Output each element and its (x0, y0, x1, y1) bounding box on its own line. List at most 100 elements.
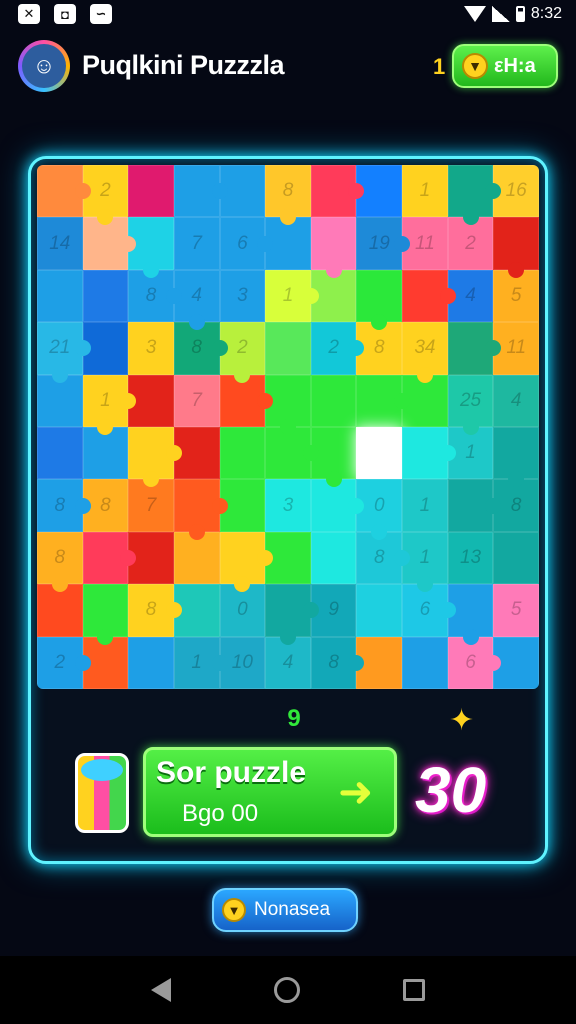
puzzle-piece[interactable]: 8 (310, 636, 365, 689)
puzzle-piece[interactable]: 14 (37, 217, 83, 270)
puzzle-piece[interactable] (493, 531, 539, 585)
puzzle-piece[interactable] (37, 427, 83, 480)
gem-shop-label: εH:a (494, 54, 536, 77)
puzzle-tab (165, 445, 182, 462)
puzzle-piece[interactable]: 5 (493, 584, 539, 637)
puzzle-piece[interactable]: 21 (37, 322, 91, 383)
puzzle-piece[interactable]: 4 (493, 374, 539, 427)
puzzle-tab (51, 576, 68, 593)
puzzle-piece[interactable] (265, 322, 311, 375)
puzzle-piece[interactable] (310, 479, 365, 532)
puzzle-piece[interactable] (447, 165, 502, 226)
puzzle-piece[interactable] (128, 427, 182, 488)
puzzle-piece[interactable] (493, 217, 539, 278)
gem-icon: ▼ (462, 53, 488, 79)
arrow-right-icon: ➜ (338, 768, 374, 815)
puzzle-tab (188, 523, 205, 540)
sort-puzzle-title: Sor puzzle (156, 756, 307, 789)
score-display: 30 (415, 754, 487, 826)
puzzle-piece[interactable] (402, 427, 456, 480)
puzzle-piece[interactable] (447, 322, 502, 375)
puzzle-piece[interactable] (310, 531, 357, 585)
puzzle-piece[interactable]: 1 (402, 479, 448, 532)
puzzle-piece[interactable]: 8 (37, 531, 83, 593)
puzzle-piece[interactable] (402, 269, 456, 323)
app-title: Puqlkini Puzzzla (82, 50, 285, 80)
puzzle-piece[interactable] (493, 427, 539, 488)
puzzle-tab (462, 628, 479, 645)
puzzle-piece[interactable] (82, 269, 129, 323)
puzzle-piece[interactable]: 7 (173, 217, 220, 270)
puzzle-board-frame: 2 8 1 16 14 7 6 19 11 2 8 4 3 1 4 5 21 3 8 2 2 8 34 11 1 7 25 4 1 8 8 7… (28, 156, 548, 864)
puzzle-piece[interactable]: 7 (173, 374, 220, 427)
puzzle-tab (508, 261, 525, 278)
player-avatar-icon: ☺ (22, 44, 66, 88)
puzzle-piece[interactable]: 3 (219, 269, 266, 323)
gem-count: 1 (433, 54, 446, 79)
gem-shop-button[interactable]: ▼ εH:a (452, 44, 558, 88)
puzzle-piece[interactable] (82, 217, 137, 270)
puzzle-piece[interactable]: 6 (219, 217, 274, 270)
puzzle-piece[interactable] (219, 427, 266, 480)
puzzle-piece[interactable]: 19 (356, 217, 411, 270)
puzzle-piece[interactable]: 0 (219, 584, 266, 637)
puzzle-piece[interactable] (82, 584, 129, 645)
sort-puzzle-button[interactable]: Sor puzzle Bgo 00 ➜ (143, 747, 397, 837)
puzzle-piece[interactable] (265, 584, 319, 645)
puzzle-piece[interactable] (82, 531, 137, 585)
puzzle-grid[interactable]: 2 8 1 16 14 7 6 19 11 2 8 4 3 1 4 5 21 3 8 2 2 8 34 11 1 7 25 4 1 8 8 7… (37, 165, 539, 689)
puzzle-piece[interactable]: 8 (265, 165, 311, 226)
puzzle-piece[interactable] (173, 479, 228, 540)
puzzle-piece[interactable]: 2 (310, 322, 365, 375)
puzzle-piece[interactable]: 2 (37, 636, 91, 689)
empty-slot[interactable] (356, 427, 403, 480)
puzzle-piece[interactable] (447, 479, 502, 532)
puzzle-tab (416, 366, 433, 383)
back-icon[interactable] (151, 978, 172, 1002)
moves-count: 9 (287, 705, 301, 732)
sort-puzzle-subtitle: Bgo 00 (182, 800, 259, 827)
puzzle-piece[interactable]: 8 (37, 479, 91, 532)
puzzle-piece[interactable] (356, 374, 411, 427)
bottom-pill-button[interactable]: ▼ Nonasea (212, 888, 358, 932)
puzzle-piece[interactable]: 1 (265, 269, 319, 323)
puzzle-piece[interactable] (37, 269, 83, 323)
puzzle-piece[interactable] (37, 165, 91, 218)
puzzle-piece[interactable] (128, 165, 174, 218)
puzzle-tab (74, 654, 91, 671)
puzzle-piece[interactable] (310, 165, 365, 218)
puzzle-piece[interactable]: 8 (173, 322, 228, 375)
puzzle-piece[interactable]: 34 (402, 322, 448, 383)
puzzle-piece[interactable]: 8 (128, 584, 182, 637)
puzzle-piece[interactable] (310, 374, 357, 427)
puzzle-piece[interactable]: 13 (447, 531, 494, 585)
player-avatar[interactable]: ☺ (18, 40, 70, 92)
puzzle-piece[interactable]: 1 (82, 374, 137, 435)
puzzle-piece[interactable]: 1 (402, 165, 448, 218)
puzzle-piece[interactable] (37, 584, 83, 637)
puzzle-tab (416, 576, 433, 593)
puzzle-piece[interactable] (310, 217, 357, 278)
puzzle-tab (97, 628, 114, 645)
puzzle-piece[interactable]: 2 (447, 217, 494, 270)
puzzle-piece[interactable] (356, 584, 403, 637)
puzzle-piece[interactable] (219, 531, 274, 593)
puzzle-tab (302, 287, 319, 304)
puzzle-piece[interactable]: 6 (402, 584, 456, 637)
puzzle-piece[interactable]: 1 (173, 636, 228, 689)
chat-icon: ∽ (90, 4, 112, 24)
puzzle-piece[interactable] (173, 165, 228, 218)
recent-apps-icon[interactable] (402, 979, 425, 1001)
puzzle-piece[interactable]: 3 (128, 322, 174, 375)
puzzle-piece[interactable] (356, 269, 403, 331)
puzzle-piece[interactable]: 7 (128, 479, 174, 532)
puzzle-tab (302, 445, 319, 462)
puzzle-piece[interactable] (402, 636, 448, 689)
home-icon[interactable] (273, 977, 300, 1003)
puzzle-tab (211, 654, 228, 671)
puzzle-piece[interactable]: 25 (447, 374, 494, 435)
puzzle-tab (211, 183, 228, 200)
puzzle-piece[interactable] (128, 636, 174, 689)
messenger-icon: ◘ (54, 4, 76, 24)
puzzle-piece[interactable]: 3 (265, 479, 311, 532)
